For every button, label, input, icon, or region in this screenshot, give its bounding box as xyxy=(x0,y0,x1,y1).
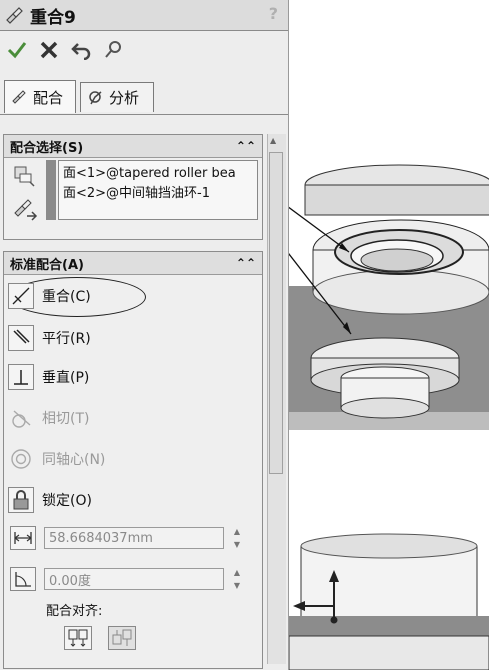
group-header[interactable]: 配合选择(S) ⌃⌃ xyxy=(4,135,262,158)
mate-label: 平行(R) xyxy=(42,331,91,347)
tab-label: 分析 xyxy=(109,89,140,107)
mate-label: 相切(T) xyxy=(42,411,90,427)
check-icon xyxy=(7,42,27,59)
distance-field: 58.6684037mm ▲ ▼ xyxy=(10,525,254,551)
angle-field: 0.00度 ▲ ▼ xyxy=(10,566,254,592)
scroll-up-icon[interactable]: ▲ xyxy=(270,136,276,145)
model-view xyxy=(289,164,489,670)
spin-down-icon[interactable]: ▼ xyxy=(234,540,240,549)
mate-label: 同轴心(N) xyxy=(42,452,106,468)
aligned-icon xyxy=(68,629,88,647)
mate-parallel[interactable]: 平行(R) xyxy=(8,323,91,353)
tab-label: 配合 xyxy=(33,88,64,107)
close-icon xyxy=(40,41,58,59)
distance-icon xyxy=(10,526,36,550)
alignment-label: 配合对齐: xyxy=(46,604,103,619)
group-title: 配合选择(S) xyxy=(10,140,84,156)
tab-analysis[interactable]: 分析 xyxy=(80,82,154,112)
distance-input[interactable]: 58.6684037mm xyxy=(44,527,224,549)
mate-label: 重合(C) xyxy=(42,289,91,305)
spin-up-icon[interactable]: ▲ xyxy=(234,568,240,577)
mate-tangent[interactable]: 相切(T) xyxy=(8,403,89,433)
help-icon[interactable]: ? xyxy=(269,4,278,23)
mate-icon xyxy=(12,90,26,104)
lock-icon xyxy=(8,487,34,513)
mate-concentric[interactable]: 同轴心(N) xyxy=(8,444,105,474)
mate-label: 锁定(O) xyxy=(42,493,92,509)
group-title: 标准配合(A) xyxy=(10,257,84,273)
spin-down-icon[interactable]: ▼ xyxy=(234,581,240,590)
analysis-icon xyxy=(89,90,102,104)
selection-color-strip xyxy=(46,160,56,220)
anti-aligned-button[interactable] xyxy=(108,626,136,650)
ok-button[interactable] xyxy=(6,39,28,61)
spin-up-icon[interactable]: ▲ xyxy=(234,527,240,536)
tab-bar: 配合 分析 xyxy=(0,78,288,115)
angle-icon xyxy=(10,567,36,591)
mate-selection-list[interactable]: 面<1>@tapered roller bea 面<2>@中间轴挡油环-1 xyxy=(58,160,258,220)
mate-label: 垂直(P) xyxy=(42,370,90,386)
pin-icon xyxy=(105,41,121,58)
title-bar: 重合9 ? xyxy=(0,0,288,31)
scrollbar-thumb[interactable] xyxy=(269,152,283,474)
tangent-icon xyxy=(8,405,34,431)
coincident-icon xyxy=(8,283,34,309)
cancel-button[interactable] xyxy=(38,39,60,61)
multi-mate-icon[interactable] xyxy=(12,198,38,228)
tab-mates[interactable]: 配合 xyxy=(4,80,76,113)
anti-aligned-icon xyxy=(112,629,132,646)
action-toolbar xyxy=(0,31,288,69)
undo-icon xyxy=(71,43,91,60)
page-title: 重合9 xyxy=(30,7,76,28)
collapse-chevron-icon[interactable]: ⌃⌃ xyxy=(236,139,256,153)
aligned-button[interactable] xyxy=(64,626,92,650)
selection-entity-icon xyxy=(12,164,36,192)
mate-coincident[interactable]: 重合(C) xyxy=(8,281,91,311)
collapse-chevron-icon[interactable]: ⌃⌃ xyxy=(236,256,256,270)
angle-input[interactable]: 0.00度 xyxy=(44,568,224,590)
selection-item[interactable]: 面<1>@tapered roller bea xyxy=(63,164,253,184)
graphics-viewport[interactable] xyxy=(289,0,489,670)
selection-item[interactable]: 面<2>@中间轴挡油环-1 xyxy=(63,184,253,204)
mate-icon xyxy=(6,7,23,24)
group-header[interactable]: 标准配合(A) ⌃⌃ xyxy=(4,252,262,275)
parallel-icon xyxy=(8,325,34,351)
mate-lock[interactable]: 锁定(O) xyxy=(8,485,92,515)
angle-spinner[interactable]: ▲ ▼ xyxy=(230,568,244,590)
perpendicular-icon xyxy=(8,364,34,390)
property-manager: 重合9 ? 配合 分析 配合选择(S) ⌃⌃ 面<1>@tapered roll… xyxy=(0,0,289,670)
mate-perpendicular[interactable]: 垂直(P) xyxy=(8,362,89,392)
pushpin-button[interactable] xyxy=(102,39,124,61)
undo-button[interactable] xyxy=(70,39,92,61)
concentric-icon xyxy=(8,446,34,472)
distance-spinner[interactable]: ▲ ▼ xyxy=(230,527,244,549)
